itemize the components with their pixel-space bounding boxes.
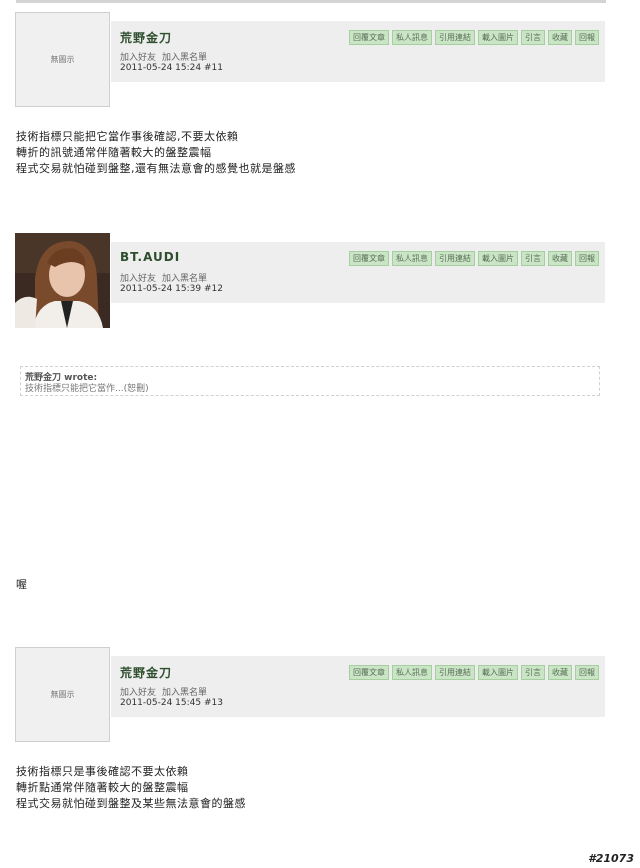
post-line: 程式交易就怕碰到盤整及某些無法意會的盤感	[16, 797, 246, 810]
avatar-label: 無圖示	[50, 690, 75, 699]
avatar-placeholder[interactable]: 無圖示	[15, 12, 110, 107]
post-body: 技術指標只能把它當作事後確認,不要太依賴 轉折的訊號通常伴隨著較大的盤整震幅 程…	[16, 129, 296, 177]
post-12: BT.AUDI 加入好友 加入黑名單 2011-05-24 15:39 #12 回…	[15, 233, 607, 329]
post-header: 荒野金刀 加入好友 加入黑名單 2011-05-24 15:45 #13 回覆文章…	[111, 656, 605, 717]
post-datetime-floor: 2011-05-24 15:39 #12	[120, 284, 223, 294]
username[interactable]: 荒野金刀	[120, 29, 172, 46]
avatar-placeholder[interactable]: 無圖示	[15, 647, 110, 742]
reply-button[interactable]: 回覆文章	[349, 251, 389, 266]
post-body: 喔	[16, 577, 28, 593]
username[interactable]: BT.AUDI	[120, 250, 180, 264]
post-datetime-floor: 2011-05-24 15:45 #13	[120, 698, 223, 708]
user-links: 加入好友 加入黑名單	[120, 271, 213, 284]
private-message-button[interactable]: 私人訊息	[392, 665, 432, 680]
quote-button[interactable]: 引言	[521, 665, 545, 680]
report-button[interactable]: 回報	[575, 665, 599, 680]
post-line: 轉折的訊號通常伴隨著較大的盤整震幅	[16, 146, 212, 159]
quote-block: 荒野金刀 wrote: 技術指標只能把它當作...(恕刪)	[20, 366, 600, 396]
post-actions: 回覆文章 私人訊息 引用連結 載入圖片 引言 收藏 回報	[349, 251, 599, 266]
post-line: 技術指標只是事後確認不要太依賴	[16, 765, 189, 778]
post-datetime-floor: 2011-05-24 15:24 #11	[120, 63, 223, 73]
username[interactable]: 荒野金刀	[120, 664, 172, 681]
post-header: 荒野金刀 加入好友 加入黑名單 2011-05-24 15:24 #11 回覆文章…	[111, 21, 605, 82]
avatar-label: 無圖示	[50, 55, 75, 64]
quote-link-button[interactable]: 引用連結	[435, 665, 475, 680]
post-line: 轉折點通常伴隨著較大的盤整震幅	[16, 781, 189, 794]
post-body: 技術指標只是事後確認不要太依賴 轉折點通常伴隨著較大的盤整震幅 程式交易就怕碰到…	[16, 764, 246, 812]
add-blacklist-link[interactable]: 加入黑名單	[162, 274, 207, 284]
report-button[interactable]: 回報	[575, 30, 599, 45]
favorite-button[interactable]: 收藏	[548, 251, 572, 266]
private-message-button[interactable]: 私人訊息	[392, 30, 432, 45]
user-links: 加入好友 加入黑名單	[120, 685, 213, 698]
add-friend-link[interactable]: 加入好友	[120, 53, 156, 63]
post-13: 無圖示 荒野金刀 加入好友 加入黑名單 2011-05-24 15:45 #13 …	[15, 647, 607, 743]
quote-text: 技術指標只能把它當作...(恕刪)	[25, 384, 149, 394]
watermark: #21073	[588, 852, 634, 865]
post-line: 喔	[16, 578, 28, 591]
post-11: 無圖示 荒野金刀 加入好友 加入黑名單 2011-05-24 15:24 #11 …	[15, 12, 607, 108]
quote-link-button[interactable]: 引用連結	[435, 251, 475, 266]
load-images-button[interactable]: 載入圖片	[478, 251, 518, 266]
post-line: 程式交易就怕碰到盤整,還有無法意會的感覺也就是盤感	[16, 162, 296, 175]
load-images-button[interactable]: 載入圖片	[478, 665, 518, 680]
reply-button[interactable]: 回覆文章	[349, 665, 389, 680]
favorite-button[interactable]: 收藏	[548, 665, 572, 680]
reply-button[interactable]: 回覆文章	[349, 30, 389, 45]
add-blacklist-link[interactable]: 加入黑名單	[162, 53, 207, 63]
report-button[interactable]: 回報	[575, 251, 599, 266]
favorite-button[interactable]: 收藏	[548, 30, 572, 45]
avatar-photo[interactable]	[15, 233, 110, 328]
user-links: 加入好友 加入黑名單	[120, 50, 213, 63]
quote-link-button[interactable]: 引用連結	[435, 30, 475, 45]
top-divider	[16, 0, 606, 3]
avatar-image	[15, 233, 110, 328]
add-friend-link[interactable]: 加入好友	[120, 688, 156, 698]
quote-button[interactable]: 引言	[521, 251, 545, 266]
private-message-button[interactable]: 私人訊息	[392, 251, 432, 266]
post-actions: 回覆文章 私人訊息 引用連結 載入圖片 引言 收藏 回報	[349, 665, 599, 680]
add-blacklist-link[interactable]: 加入黑名單	[162, 688, 207, 698]
load-images-button[interactable]: 載入圖片	[478, 30, 518, 45]
post-actions: 回覆文章 私人訊息 引用連結 載入圖片 引言 收藏 回報	[349, 30, 599, 45]
post-header: BT.AUDI 加入好友 加入黑名單 2011-05-24 15:39 #12 回…	[111, 242, 605, 303]
quote-button[interactable]: 引言	[521, 30, 545, 45]
post-line: 技術指標只能把它當作事後確認,不要太依賴	[16, 130, 239, 143]
add-friend-link[interactable]: 加入好友	[120, 274, 156, 284]
